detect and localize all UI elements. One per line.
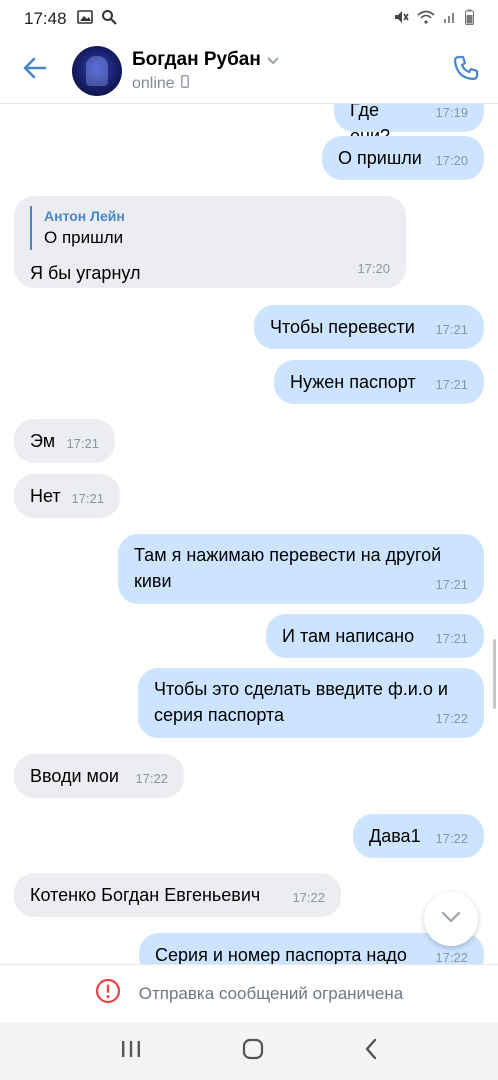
message-time: 17:19 [435,105,468,120]
reply-text: О пришли [44,228,124,247]
message-outgoing[interactable]: Там я нажимаю перевести на другой киви 1… [118,534,484,604]
message-time: 17:21 [435,377,468,392]
message-outgoing[interactable]: И там написано 17:21 [266,614,484,658]
contact-name: Богдан Рубан [132,48,261,70]
message-time: 17:22 [435,831,468,846]
message-text: Серия и номер паспорта надо [155,945,407,964]
phone-icon [452,54,480,87]
message-incoming[interactable]: Эм 17:21 [14,419,115,463]
message-time: 17:22 [435,711,468,726]
chevron-down-icon [441,910,461,928]
gallery-icon [76,9,93,29]
message-time: 17:21 [435,322,468,337]
status-time: 17:48 [24,9,67,28]
message-outgoing[interactable]: Чтобы это сделать введите ф.и.о и серия … [138,668,484,738]
call-button[interactable] [434,38,498,104]
message-time: 17:21 [435,577,468,592]
mute-icon [393,9,409,30]
home-button[interactable] [242,1038,264,1065]
contact-info[interactable]: Богдан Рубан online [132,49,279,93]
message-incoming[interactable]: Нет 17:21 [14,474,120,518]
contact-status: online [132,74,175,92]
message-text: Чтобы это сделать введите ф.и.о и серия … [154,679,448,725]
warning-icon [95,978,121,1009]
message-list[interactable]: Где они? 17:19 О пришли 17:20 Антон Лейн… [0,104,498,964]
messaging-restricted-banner: Отправка сообщений ограничена [0,964,498,1022]
reply-quote[interactable]: Антон Лейн О пришли [30,206,390,250]
message-text: Вводи мои [30,766,119,786]
message-text: Эм [30,431,56,451]
message-outgoing[interactable]: Чтобы перевести 17:21 [254,305,484,349]
message-text: Там я нажимаю перевести на другой киви [134,545,442,591]
signal-icon [443,9,457,29]
message-time: 17:22 [292,890,325,905]
message-time: 17:21 [435,631,468,646]
avatar[interactable] [72,45,122,96]
back-nav-button[interactable] [364,1038,378,1065]
restriction-text: Отправка сообщений ограничена [138,983,404,1003]
message-time: 17:21 [71,491,104,506]
reply-author: Антон Лейн [44,208,125,224]
message-outgoing[interactable]: О пришли 17:20 [322,136,484,180]
status-bar: 17:48 [0,0,498,38]
message-time: 17:22 [135,771,168,786]
message-text: Дава1 [369,826,421,846]
message-incoming[interactable]: Котенко Богдан Евгеньевич 17:22 [14,873,341,917]
recent-apps-button[interactable] [120,1039,142,1064]
message-time: 17:21 [66,436,99,451]
message-incoming[interactable]: Вводи мои 17:22 [14,754,184,798]
message-text: Я бы угарнул [30,263,141,283]
search-icon [101,9,117,30]
message-text: Чтобы перевести [270,317,415,337]
message-text: Нужен паспорт [290,372,416,392]
scroll-down-button[interactable] [424,892,478,946]
message-incoming[interactable]: Антон Лейн О пришли Я бы угарнул 17:20 [14,196,406,288]
message-time: 17:20 [435,153,468,168]
back-button[interactable] [0,38,70,104]
message-outgoing[interactable]: Где они? 17:19 [334,104,484,146]
message-text: О пришли [338,148,422,168]
wifi-icon [417,9,435,29]
message-text: И там написано [282,626,415,646]
message-text: Нет [30,486,61,506]
chevron-down-icon [267,49,279,71]
mobile-icon [180,74,189,93]
message-time: 17:20 [357,261,390,276]
system-nav-bar [0,1022,498,1080]
message-time: 17:22 [435,950,468,964]
message-text: Котенко Богдан Евгеньевич [30,885,261,905]
arrow-left-icon [23,57,47,84]
message-outgoing[interactable]: Дава1 17:22 [353,814,484,858]
scrollbar[interactable] [493,639,496,709]
chat-header: Богдан Рубан online [0,38,498,104]
battery-icon [465,9,474,30]
message-outgoing[interactable]: Нужен паспорт 17:21 [274,360,484,404]
